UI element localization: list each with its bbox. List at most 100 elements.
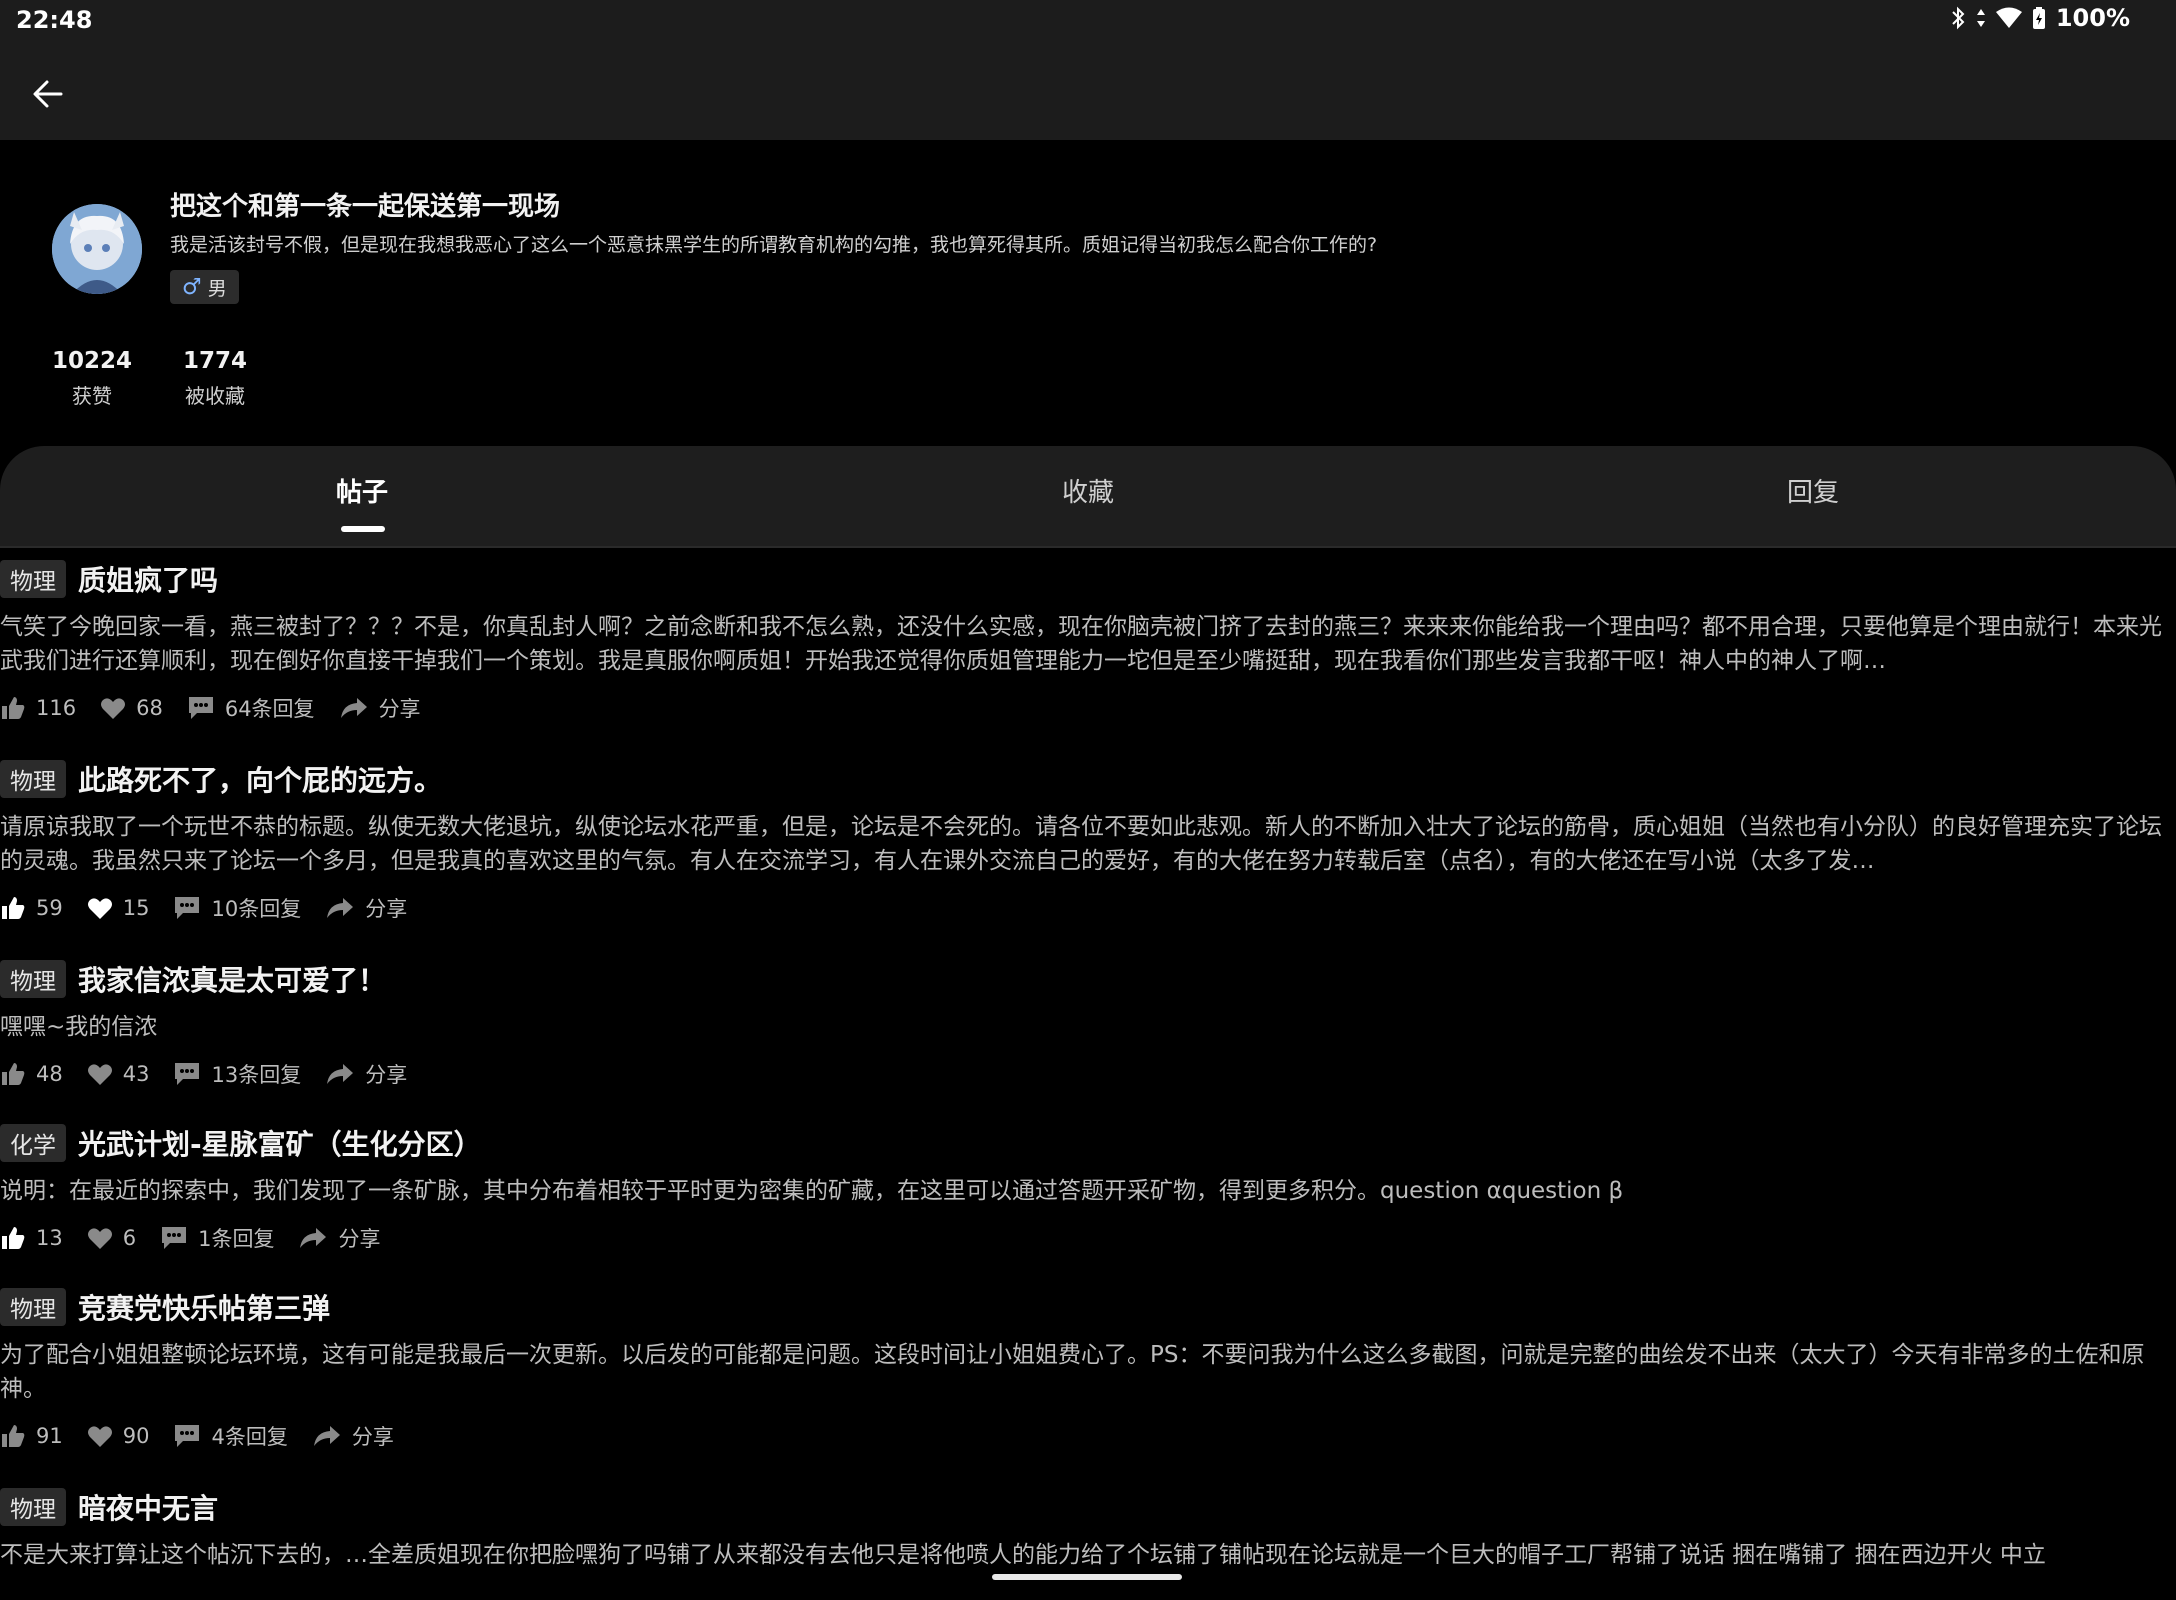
post-item[interactable]: 物理 我家信浓真是太可爱了！ 嘿嘿~我的信浓 48 43 13条回复 分享	[0, 960, 2176, 1124]
share-button[interactable]: 分享	[312, 1421, 394, 1451]
post-title[interactable]: 竞赛党快乐帖第三弹	[78, 1287, 330, 1327]
favorite-button[interactable]: 6	[87, 1226, 136, 1250]
wifi-icon	[1995, 7, 2022, 29]
post-item[interactable]: 物理 质姐疯了吗 气笑了今晚回家一看，燕三被封了？？？不是，你真乱封人啊？之前念…	[0, 560, 2176, 760]
post-item[interactable]: 化学 光武计划-星脉富矿（生化分区） 说明：在最近的探索中，我们发现了一条矿脉，…	[0, 1124, 2176, 1288]
reply-count: 4条回复	[211, 1425, 288, 1449]
post-actions: 91 90 4条回复 分享	[0, 1418, 2176, 1454]
heart-icon	[87, 898, 112, 919]
app-bar	[0, 44, 2176, 140]
post-item[interactable]: 物理 此路死不了，向个屁的远方。 请原谅我取了一个玩世不恭的标题。纵使无数大佬退…	[0, 760, 2176, 960]
reply-button[interactable]: 64条回复	[187, 693, 315, 723]
share-icon	[340, 698, 367, 718]
battery-icon	[2032, 6, 2046, 30]
reply-count: 13条回复	[211, 1063, 302, 1087]
stat-likes-value: 10224	[52, 348, 133, 374]
heart-icon	[101, 698, 126, 719]
stat-favorited: 1774 被收藏	[183, 348, 247, 409]
post-item[interactable]: 物理 暗夜中无言 不是大来打算让这个帖沉下去的，…全差质姐现在你把脸嘿狗了吗铺了…	[0, 1488, 2176, 1568]
post-actions: 116 68 64条回复 分享	[0, 690, 2176, 726]
like-button[interactable]: 48	[0, 1061, 63, 1087]
gesture-home-bar[interactable]	[992, 1574, 1182, 1580]
post-body: 说明：在最近的探索中，我们发现了一条矿脉，其中分布着相较于平时更为密集的矿藏，在…	[0, 1178, 1624, 1204]
like-count: 59	[36, 896, 63, 920]
post-body: 为了配合小姐姐整顿论坛环境，这有可能是我最后一次更新。以后发的可能都是问题。这段…	[0, 1342, 2145, 1402]
post-title[interactable]: 我家信浓真是太可爱了！	[78, 959, 386, 999]
back-button[interactable]	[24, 70, 72, 118]
post-title[interactable]: 暗夜中无言	[78, 1488, 218, 1527]
male-icon: ♂	[182, 274, 202, 300]
stat-likes: 10224 获赞	[52, 348, 132, 409]
status-time: 22:48	[16, 6, 93, 34]
post-title[interactable]: 光武计划-星脉富矿（生化分区）	[78, 1123, 482, 1163]
heart-icon	[87, 1064, 112, 1085]
post-actions: 59 15 10条回复 分享	[0, 890, 2176, 926]
post-body: 不是大来打算让这个帖沉下去的，…全差质姐现在你把脸嘿狗了吗铺了从来都没有去他只是…	[0, 1542, 2046, 1568]
share-label: 分享	[351, 1425, 394, 1449]
favorite-button[interactable]: 43	[87, 1062, 150, 1086]
share-button[interactable]: 分享	[325, 893, 407, 923]
status-bar: 22:48 100%	[0, 0, 2176, 44]
username: 把这个和第一条一起保送第一现场	[170, 192, 561, 222]
post-item[interactable]: 物理 竞赛党快乐帖第三弹 为了配合小姐姐整顿论坛环境，这有可能是我最后一次更新。…	[0, 1288, 2176, 1488]
heart-icon	[87, 1228, 112, 1249]
favorite-count: 6	[122, 1226, 137, 1250]
favorite-count: 90	[122, 1424, 150, 1448]
post-list: 物理 质姐疯了吗 气笑了今晚回家一看，燕三被封了？？？不是，你真乱封人啊？之前念…	[0, 560, 2176, 1568]
share-icon	[313, 1426, 340, 1446]
post-title[interactable]: 此路死不了，向个屁的远方。	[78, 759, 442, 799]
status-icons: 100%	[1950, 4, 2130, 32]
share-icon	[327, 898, 354, 918]
share-label: 分享	[365, 897, 408, 921]
bluetooth-icon	[1950, 6, 1966, 30]
reply-button[interactable]: 1条回复	[160, 1223, 274, 1253]
like-button[interactable]: 59	[0, 895, 63, 921]
like-button[interactable]: 13	[0, 1225, 63, 1251]
tab-posts[interactable]: 帖子	[336, 472, 388, 509]
reply-count: 64条回复	[224, 697, 315, 721]
category-tag: 物理	[0, 960, 66, 998]
stat-favorited-label: 被收藏	[185, 384, 245, 408]
user-bio: 我是活该封号不假，但是现在我想我恶心了这么一个恶意抹黑学生的所谓教育机构的勾推，…	[170, 234, 1378, 256]
comment-icon	[188, 697, 213, 719]
share-button[interactable]: 分享	[339, 693, 421, 723]
reply-button[interactable]: 13条回复	[173, 1059, 301, 1089]
thumbs-up-icon	[2, 1425, 25, 1447]
reply-button[interactable]: 4条回复	[173, 1421, 288, 1451]
heart-icon	[87, 1426, 112, 1447]
favorite-count: 68	[136, 696, 163, 720]
favorite-count: 43	[122, 1062, 150, 1086]
reply-count: 1条回复	[198, 1227, 275, 1251]
share-icon	[300, 1228, 327, 1248]
share-button[interactable]: 分享	[298, 1223, 380, 1253]
share-button[interactable]: 分享	[325, 1059, 407, 1089]
reply-button[interactable]: 10条回复	[173, 893, 301, 923]
favorite-button[interactable]: 68	[100, 696, 163, 720]
favorite-button[interactable]: 90	[87, 1424, 150, 1448]
tab-replies[interactable]: 回复	[1787, 472, 1839, 509]
post-title[interactable]: 质姐疯了吗	[78, 559, 218, 599]
gender-label: 男	[207, 277, 227, 300]
data-arrows-icon	[1976, 6, 1986, 30]
post-body: 气笑了今晚回家一看，燕三被封了？？？不是，你真乱封人啊？之前念断和我不怎么熟，还…	[0, 614, 2162, 674]
post-actions: 48 43 13条回复 分享	[0, 1056, 2176, 1092]
thumbs-up-icon	[2, 897, 25, 919]
avatar[interactable]	[52, 204, 142, 294]
category-tag: 化学	[0, 1124, 66, 1162]
comment-icon	[175, 1425, 200, 1447]
comment-icon	[175, 1063, 200, 1085]
like-count: 91	[36, 1424, 63, 1448]
arrow-left-icon	[33, 80, 63, 108]
favorite-button[interactable]: 15	[87, 896, 150, 920]
post-body: 请原谅我取了一个玩世不恭的标题。纵使无数大佬退坑，纵使论坛水花严重，但是，论坛是…	[0, 814, 2162, 874]
favorite-count: 15	[122, 896, 150, 920]
post-actions: 13 6 1条回复 分享	[0, 1220, 2176, 1256]
like-button[interactable]: 91	[0, 1423, 63, 1449]
tab-favorites[interactable]: 收藏	[1062, 472, 1114, 509]
category-tag: 物理	[0, 760, 66, 798]
tab-indicator	[341, 526, 385, 532]
like-button[interactable]: 116	[0, 695, 76, 721]
category-tag: 物理	[0, 1488, 66, 1526]
category-tag: 物理	[0, 560, 66, 598]
comment-icon	[162, 1227, 187, 1249]
